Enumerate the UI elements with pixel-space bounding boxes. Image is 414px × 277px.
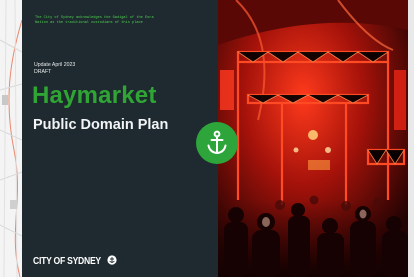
cover-panel: The City of Sydney acknowledges the Gadi… <box>22 0 218 277</box>
street-map-graphic <box>0 0 22 277</box>
draft-label: DRAFT <box>34 68 52 75</box>
anchor-badge <box>196 122 238 164</box>
night-market-photo <box>218 0 408 277</box>
anchor-crest-icon <box>107 252 117 270</box>
update-date: Update April 2023 <box>34 62 76 68</box>
page-edge <box>408 0 414 277</box>
cover-photo <box>218 0 408 277</box>
acknowledgement-text: The City of Sydney acknowledges the Gadi… <box>35 16 154 25</box>
brand-name: CITY OF SYDNEY <box>33 255 101 267</box>
document-subtitle: Public Domain Plan <box>33 117 169 133</box>
city-of-sydney-logo: CITY OF SYDNEY <box>33 252 117 270</box>
anchor-icon <box>207 130 227 155</box>
document-meta: Update April 2023 DRAFT <box>34 62 75 75</box>
document-title: Haymarket <box>32 82 157 109</box>
map-strip <box>0 0 22 277</box>
